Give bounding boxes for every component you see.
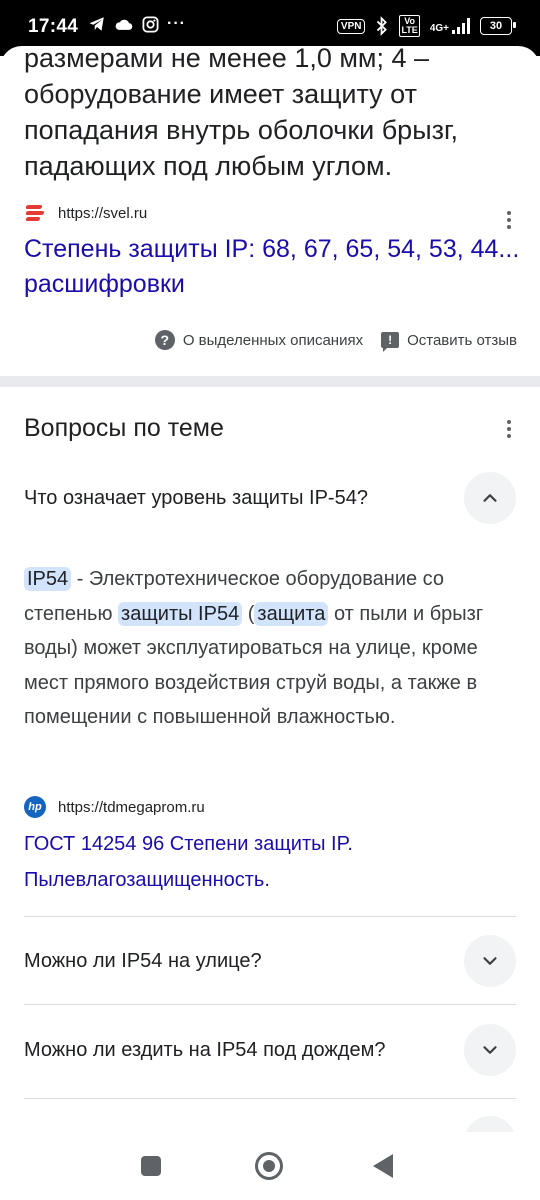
result-title-link[interactable]: Степень защиты IP: 68, 67, 65, 54, 53, 4… (24, 232, 520, 302)
featured-snippet-text: размерами не менее 1,0 мм; 4 – оборудова… (24, 46, 459, 181)
system-nav-bar (0, 1132, 540, 1200)
question-divider (24, 1004, 516, 1005)
question-text: Можно ли ездить на IP54 под дождем? (24, 1038, 386, 1061)
answer-source[interactable]: hp https://tdmegaprom.ru (24, 796, 205, 818)
instagram-icon (142, 16, 159, 32)
section-divider (0, 376, 540, 387)
help-icon: ? (154, 330, 175, 350)
answer-text: IP54 - Электротехническое оборудование с… (24, 562, 504, 735)
source-url: https://svel.ru (58, 204, 148, 222)
bluetooth-icon (377, 16, 388, 36)
feedback-button[interactable]: ! Оставить отзыв (381, 331, 517, 352)
chevron-down-icon (483, 1046, 497, 1054)
home-button[interactable] (255, 1152, 283, 1180)
vpn-badge: VPN (336, 18, 366, 34)
question-divider (24, 1098, 516, 1099)
chevron-up-icon (483, 494, 497, 502)
telegram-icon (89, 17, 104, 31)
related-questions-title: Вопросы по теме (24, 414, 224, 442)
about-snippets-label: О выделенных описаниях (182, 331, 364, 349)
feedback-icon: ! (381, 332, 400, 352)
question-row[interactable]: Можно ли ездить на IP54 под дождем? (24, 1024, 516, 1076)
question-row-expanded[interactable]: Что означает уровень защиты IP-54? (24, 472, 516, 524)
recents-button[interactable] (141, 1156, 161, 1176)
volte-icon: Vo LTE (399, 15, 420, 37)
more-icon: ··· (167, 15, 186, 32)
feedback-label: Оставить отзыв (407, 331, 517, 349)
source-url: https://tdmegaprom.ru (58, 798, 205, 816)
back-button[interactable] (373, 1154, 393, 1178)
expand-button[interactable] (464, 1024, 516, 1076)
search-results-sheet: размерами не менее 1,0 мм; 4 – оборудова… (0, 46, 540, 1200)
system-indicators: VPN Vo LTE 4G+ 30 (336, 15, 516, 37)
result-more-icon[interactable] (497, 208, 521, 232)
expand-button[interactable] (464, 935, 516, 987)
tdmegaprom-favicon-icon: hp (24, 796, 46, 818)
answer-highlight: защита (254, 601, 329, 626)
answer-highlight: защиты IP54 (118, 601, 243, 626)
status-time: 17:44 (28, 16, 79, 37)
signal-icon (452, 18, 470, 34)
question-divider (24, 916, 516, 917)
question-row[interactable]: Можно ли IP54 на улице? (24, 935, 516, 987)
answer-source-link[interactable]: ГОСТ 14254 96 Степени защиты IP. Пылевла… (24, 826, 504, 898)
chevron-down-icon (483, 957, 497, 965)
cloud-icon (115, 19, 133, 30)
question-text: Можно ли IP54 на улице? (24, 949, 262, 972)
answer-highlight-term: IP54 (24, 567, 72, 591)
snippet-source[interactable]: https://svel.ru (24, 202, 147, 224)
collapse-button[interactable] (464, 472, 516, 524)
network-type: 4G+ (429, 23, 449, 34)
battery-icon: 30 (480, 17, 516, 35)
question-text: Что означает уровень защиты IP-54? (24, 486, 368, 509)
battery-level: 30 (489, 20, 503, 32)
about-snippets-button[interactable]: ? О выделенных описаниях (154, 330, 364, 350)
notification-icons: ··· (88, 15, 186, 33)
feedback-row: ? О выделенных описаниях ! Оставить отзы… (154, 330, 517, 352)
svel-favicon-icon (24, 202, 46, 224)
answer-part: ( (242, 602, 255, 625)
related-more-icon[interactable] (497, 417, 521, 441)
